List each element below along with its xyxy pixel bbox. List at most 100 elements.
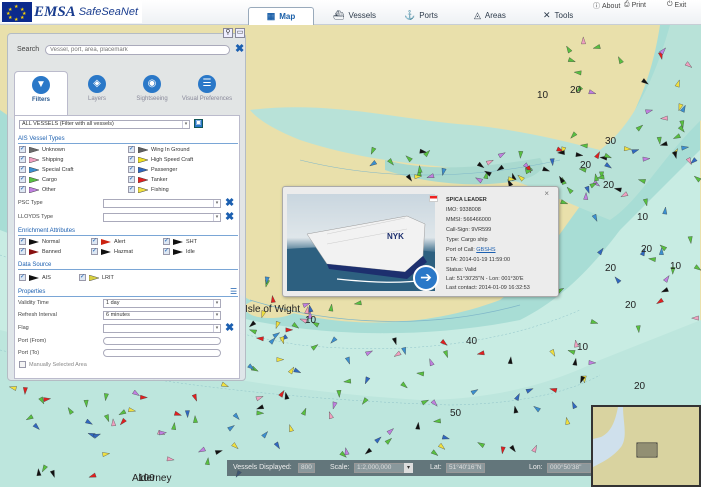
depth-label: 50 bbox=[450, 408, 462, 419]
vessel-marker[interactable] bbox=[565, 45, 573, 54]
checkbox[interactable]: ✓ bbox=[128, 166, 135, 173]
vessel-marker[interactable] bbox=[573, 70, 582, 76]
enrichment-arrow-icon bbox=[173, 248, 183, 255]
flag-select[interactable]: ▾ bbox=[103, 324, 221, 333]
enrichment-normal[interactable]: ✓ Normal bbox=[19, 238, 60, 245]
data-source-ais[interactable]: ✓ AIS bbox=[19, 274, 51, 281]
tab-areas[interactable]: ◬ Areas bbox=[474, 6, 506, 24]
checkbox[interactable] bbox=[19, 361, 26, 368]
enrichment-sht[interactable]: ✓ SHT bbox=[163, 238, 197, 245]
vessel-arrow-icon bbox=[138, 146, 148, 153]
checkbox[interactable]: ✓ bbox=[19, 176, 26, 183]
vessel-marker[interactable] bbox=[616, 56, 624, 65]
enrichment-banned[interactable]: ✓ Banned bbox=[19, 248, 61, 255]
port-to-input[interactable] bbox=[103, 349, 221, 357]
vessel-marker[interactable] bbox=[588, 89, 597, 96]
vessel-type-cargo[interactable]: ✓ Cargo bbox=[19, 176, 57, 183]
about-link[interactable]: ⓘ About bbox=[593, 1, 620, 11]
checkbox[interactable]: ✓ bbox=[19, 248, 26, 255]
vessel-marker[interactable] bbox=[581, 36, 586, 45]
checkbox[interactable]: ✓ bbox=[19, 238, 26, 245]
pin-icon[interactable]: ⚲ bbox=[223, 28, 233, 38]
enrichment-hazmat[interactable]: ✓ Hazmat bbox=[91, 248, 133, 255]
vessel-type-wing-in-ground[interactable]: ✓ Wing In Ground bbox=[128, 146, 190, 153]
psc-type-select[interactable]: ▾ bbox=[103, 199, 221, 208]
checkbox[interactable]: ✓ bbox=[91, 248, 98, 255]
tab-filters-label: Filters bbox=[31, 97, 50, 103]
vessel-marker[interactable] bbox=[369, 160, 378, 168]
vessel-marker[interactable] bbox=[328, 303, 334, 312]
vessel-info-popup: × NYK ➔ SPICA LEADER IMO: 9338008 MMSI: … bbox=[282, 186, 559, 297]
lloyds-type-select[interactable]: ▾ bbox=[103, 213, 221, 222]
checkbox[interactable]: ✓ bbox=[79, 274, 86, 281]
tab-visual-preferences[interactable]: ☰ Visual Preferences bbox=[180, 71, 234, 113]
tab-vessels[interactable]: ⛴ Vessels bbox=[333, 6, 376, 24]
checkbox[interactable]: ✓ bbox=[19, 156, 26, 163]
vessel-type-label: Tanker bbox=[151, 176, 168, 183]
vessel-marker[interactable] bbox=[567, 57, 576, 63]
filter-body: ALL VESSELS (Filter with all vessels) ▾ … bbox=[14, 115, 240, 379]
checkbox[interactable]: ✓ bbox=[19, 166, 26, 173]
search-input[interactable] bbox=[45, 45, 230, 55]
section-ais-vessel-types: AIS Vessel Types bbox=[18, 136, 238, 144]
depth-label: 10 bbox=[670, 261, 682, 272]
print-link[interactable]: ⎙ Print bbox=[624, 1, 646, 9]
list-icon[interactable]: ☰ bbox=[230, 287, 237, 296]
checkbox[interactable]: ✓ bbox=[163, 238, 170, 245]
port-from-input[interactable] bbox=[103, 337, 221, 345]
vessel-type-high-speed-craft[interactable]: ✓ High Speed Craft bbox=[128, 156, 193, 163]
vessel-type-label: High Speed Craft bbox=[151, 156, 194, 163]
vessel-type-fishing[interactable]: ✓ Fishing bbox=[128, 186, 169, 193]
enrichment-alert[interactable]: ✓ Alert bbox=[91, 238, 125, 245]
vessel-name: SPICA LEADER bbox=[446, 197, 487, 203]
clear-psc-type-icon[interactable]: ✖ bbox=[225, 198, 234, 209]
tab-tools[interactable]: ✕ Tools bbox=[543, 6, 573, 24]
checkbox[interactable]: ✓ bbox=[163, 248, 170, 255]
close-icon[interactable]: × bbox=[544, 189, 549, 198]
clear-lloyds-type-icon[interactable]: ✖ bbox=[225, 212, 234, 223]
refresh-interval-select[interactable]: 6 minutes ▾ bbox=[103, 311, 221, 320]
vessel-marker[interactable] bbox=[353, 300, 362, 307]
chevron-down-icon: ▾ bbox=[213, 300, 220, 307]
chevron-down-icon[interactable]: ▾ bbox=[404, 463, 413, 473]
vessel-type-unknown[interactable]: ✓ Unknown bbox=[19, 146, 65, 153]
exit-link[interactable]: ⏻ Exit bbox=[667, 1, 686, 9]
info-icon: ⓘ bbox=[593, 3, 600, 10]
checkbox[interactable]: ✓ bbox=[128, 156, 135, 163]
vessel-type-tanker[interactable]: ✓ Tanker bbox=[128, 176, 168, 183]
clear-flag-icon[interactable]: ✖ bbox=[225, 323, 234, 334]
vessel-type-other[interactable]: ✓ Other bbox=[19, 186, 56, 193]
checkbox[interactable]: ✓ bbox=[128, 186, 135, 193]
validity-time-select[interactable]: 1 day ▾ bbox=[103, 299, 221, 308]
enrichment-idle[interactable]: ✓ Idle bbox=[163, 248, 195, 255]
tab-sightseeing[interactable]: ◉ Sightseeing bbox=[125, 71, 179, 113]
save-filter-icon[interactable]: ▣ bbox=[194, 119, 203, 128]
tab-filters[interactable]: ▼ Filters bbox=[14, 71, 68, 116]
checkbox[interactable]: ✓ bbox=[128, 146, 135, 153]
vessel-marker[interactable] bbox=[569, 131, 578, 140]
refresh-interval-label: Refresh Interval bbox=[18, 312, 57, 318]
tab-layers[interactable]: ◈ Layers bbox=[70, 71, 124, 113]
overview-map[interactable] bbox=[591, 405, 701, 487]
checkbox[interactable]: ✓ bbox=[91, 238, 98, 245]
vessel-filter-select[interactable]: ALL VESSELS (Filter with all vessels) ▾ bbox=[19, 120, 190, 129]
vessel-marker[interactable] bbox=[592, 44, 601, 50]
data-source-lrit[interactable]: ✓ LRIT bbox=[79, 274, 114, 281]
tab-ports[interactable]: ⚓ Ports bbox=[404, 6, 438, 24]
search-label: Search bbox=[17, 46, 40, 53]
clear-search-icon[interactable]: ✖ bbox=[235, 44, 244, 55]
collapse-icon[interactable]: ▭ bbox=[235, 28, 245, 38]
port-of-call-link[interactable]: GBSHS bbox=[476, 247, 495, 253]
manual-area-option[interactable]: Manually Selected Area bbox=[19, 361, 87, 368]
details-arrow-button[interactable]: ➔ bbox=[413, 265, 439, 291]
map-icon: ▦ bbox=[266, 11, 276, 21]
vessel-type-shipping[interactable]: ✓ Shipping bbox=[19, 156, 63, 163]
depth-label: 100 bbox=[138, 473, 155, 484]
checkbox[interactable]: ✓ bbox=[128, 176, 135, 183]
vessel-type-special-craft[interactable]: ✓ Special Craft bbox=[19, 166, 74, 173]
checkbox[interactable]: ✓ bbox=[19, 186, 26, 193]
checkbox[interactable]: ✓ bbox=[19, 274, 26, 281]
checkbox[interactable]: ✓ bbox=[19, 146, 26, 153]
vessel-type-passenger[interactable]: ✓ Passenger bbox=[128, 166, 177, 173]
tab-map[interactable]: ▦ Map bbox=[248, 7, 314, 25]
